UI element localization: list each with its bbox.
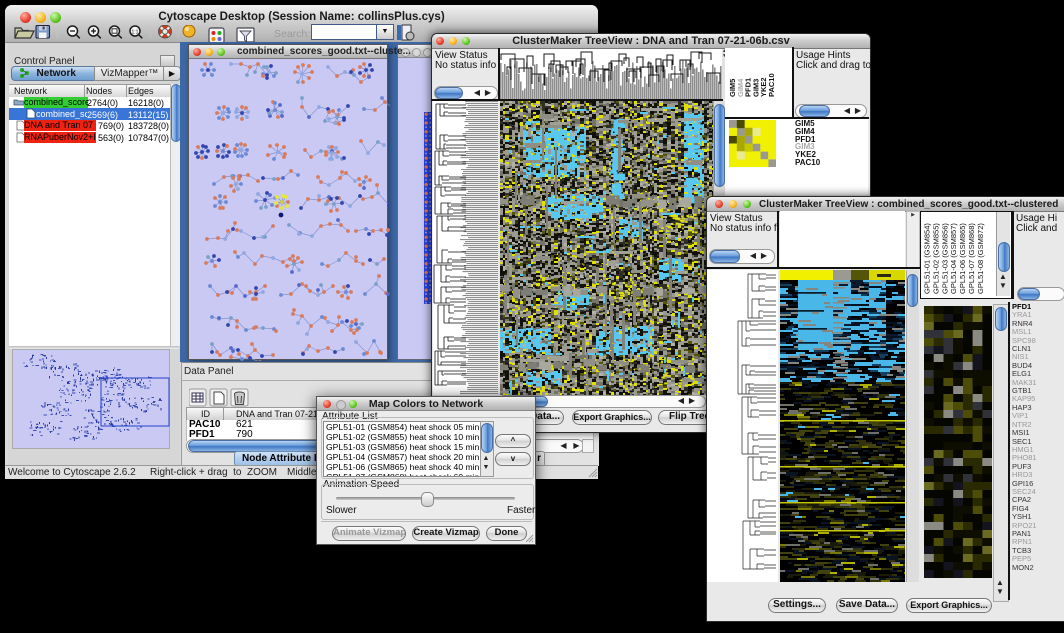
svg-text:GPL51-07 (GSM868): GPL51-07 (GSM868) <box>967 223 976 294</box>
svg-text:GPL51-04 (GSM857): GPL51-04 (GSM857) <box>949 223 958 294</box>
svg-text:1:1: 1:1 <box>132 29 139 35</box>
svg-text:GPL51-03 (GSM856): GPL51-03 (GSM856) <box>940 223 949 294</box>
svg-text:GPL51-08 (GSM872): GPL51-08 (GSM872) <box>976 223 985 294</box>
svg-text:GPL51-02 (GSM855): GPL51-02 (GSM855) <box>931 223 940 294</box>
svg-text:GPL51-06 (GSM865): GPL51-06 (GSM865) <box>958 223 967 294</box>
svg-text:PAC10: PAC10 <box>767 73 774 97</box>
svg-text:GPL51-01 (GSM854): GPL51-01 (GSM854) <box>923 223 932 294</box>
